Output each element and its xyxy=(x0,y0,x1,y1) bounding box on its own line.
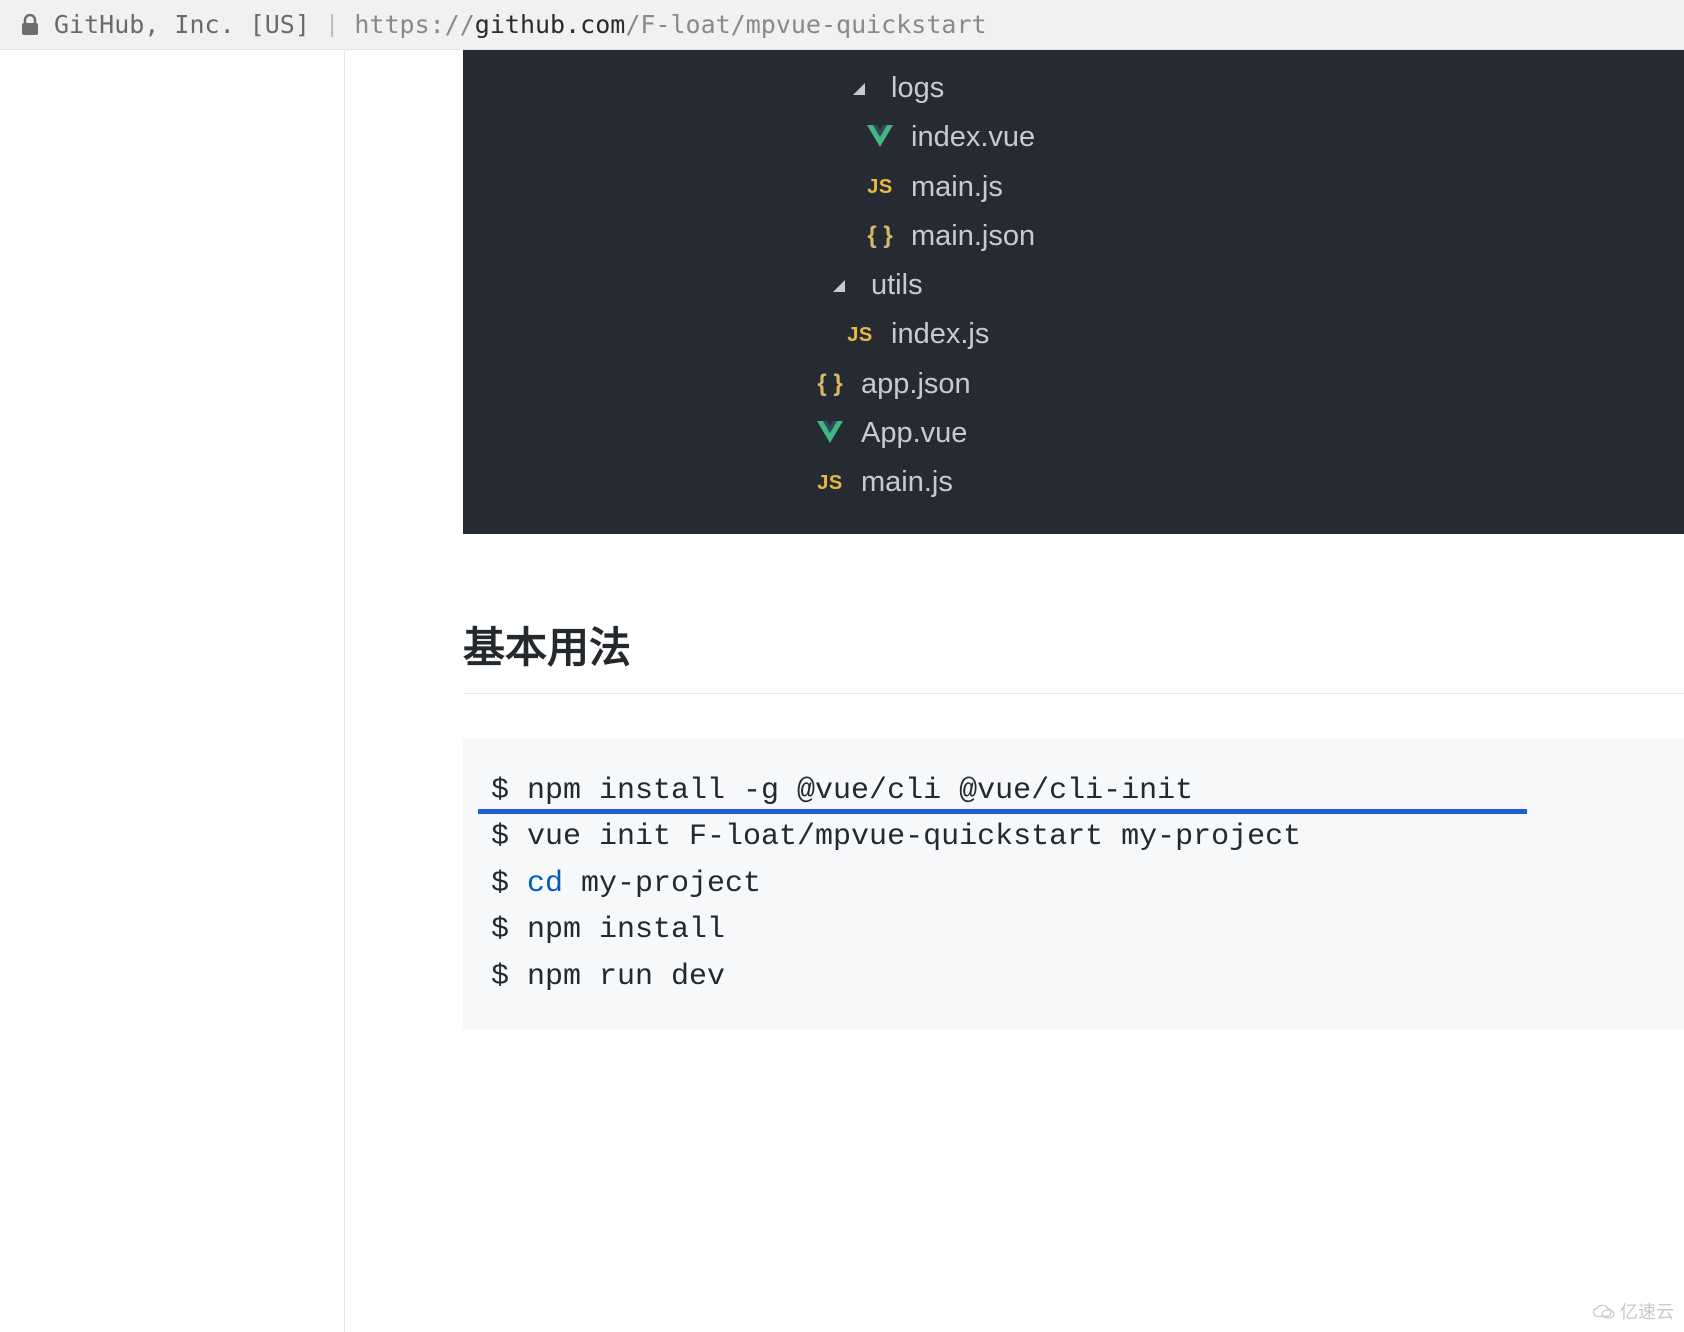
url-text[interactable]: https://github.com/F-loat/mpvue-quicksta… xyxy=(354,10,986,39)
main-content: logsindex.vueJSmain.js{ }main.jsonutilsJ… xyxy=(345,50,1684,1332)
url-domain: github.com xyxy=(475,10,626,39)
url-bar[interactable]: GitHub, Inc. [US] | https://github.com/F… xyxy=(0,0,1684,50)
tree-item-main-js[interactable]: JS main.js xyxy=(463,163,1684,212)
url-security-label: GitHub, Inc. [US] xyxy=(54,10,310,39)
tree-item-main-js[interactable]: JS main.js xyxy=(463,458,1684,507)
file-name-label: main.js xyxy=(911,163,1003,212)
code-block[interactable]: $ npm install -g @vue/cli @vue/cli-init$… xyxy=(463,738,1684,1031)
content-wrapper: logsindex.vueJSmain.js{ }main.jsonutilsJ… xyxy=(0,50,1684,1332)
folder-arrow-icon xyxy=(853,83,865,95)
code-line: $ npm install -g @vue/cli @vue/cli-init xyxy=(491,768,1656,815)
watermark-icon xyxy=(1588,1301,1616,1321)
json-icon: { } xyxy=(867,216,892,257)
tree-item-utils[interactable]: utils xyxy=(463,261,1684,310)
file-name-label: main.js xyxy=(861,458,953,507)
file-name-label: index.vue xyxy=(911,113,1035,162)
tree-item-index-js[interactable]: JS index.js xyxy=(463,310,1684,359)
highlight-underline xyxy=(478,809,1527,814)
file-name-label: utils xyxy=(871,261,923,310)
watermark: 亿速云 xyxy=(1588,1298,1674,1324)
url-protocol: https:// xyxy=(354,10,474,39)
cmd-keyword: cd xyxy=(527,867,563,901)
js-icon: JS xyxy=(817,466,842,500)
code-line: $ cd my-project xyxy=(491,861,1656,908)
file-name-label: logs xyxy=(891,64,944,113)
watermark-text: 亿速云 xyxy=(1620,1298,1674,1324)
url-separator: | xyxy=(329,10,336,39)
js-icon: JS xyxy=(867,170,892,204)
json-icon: { } xyxy=(817,364,842,405)
vue-icon xyxy=(817,410,843,458)
left-sidebar xyxy=(0,50,345,1332)
file-name-label: app.json xyxy=(861,360,971,409)
tree-item-index-vue[interactable]: index.vue xyxy=(463,113,1684,162)
vue-icon xyxy=(867,114,893,162)
tree-item-app-json[interactable]: { } app.json xyxy=(463,360,1684,409)
code-line: $ npm run dev xyxy=(491,954,1656,1001)
heading-divider xyxy=(463,693,1684,694)
tree-item-App-vue[interactable]: App.vue xyxy=(463,409,1684,458)
lock-icon xyxy=(20,13,40,37)
js-icon: JS xyxy=(847,318,872,352)
tree-item-main-json[interactable]: { } main.json xyxy=(463,212,1684,261)
folder-arrow-icon xyxy=(833,280,845,292)
url-path: /F-loat/mpvue-quickstart xyxy=(625,10,986,39)
section-heading: 基本用法 xyxy=(463,614,1684,675)
file-name-label: App.vue xyxy=(861,409,967,458)
file-name-label: main.json xyxy=(911,212,1035,261)
file-name-label: index.js xyxy=(891,310,989,359)
file-tree-panel: logsindex.vueJSmain.js{ }main.jsonutilsJ… xyxy=(463,50,1684,534)
tree-item-logs[interactable]: logs xyxy=(463,64,1684,113)
code-line: $ npm install xyxy=(491,907,1656,954)
code-line: $ vue init F-loat/mpvue-quickstart my-pr… xyxy=(491,814,1656,861)
